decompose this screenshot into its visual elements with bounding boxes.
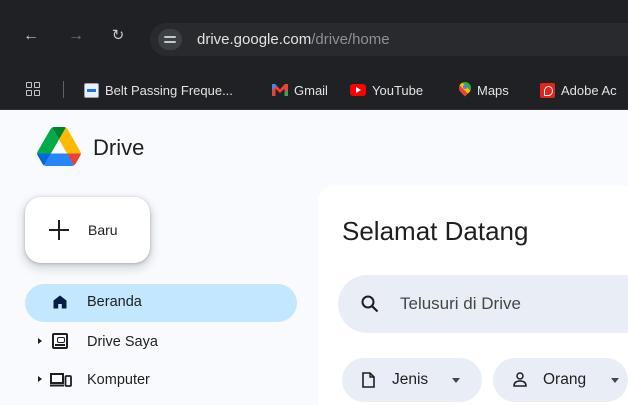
search-bar[interactable] bbox=[338, 275, 628, 333]
expand-caret-icon[interactable] bbox=[38, 338, 42, 344]
forward-arrow-icon[interactable]: → bbox=[66, 26, 86, 46]
apps-grid-icon[interactable] bbox=[26, 82, 40, 96]
page-title: Selamat Datang bbox=[342, 216, 529, 246]
sidebar-item-home[interactable]: Beranda bbox=[25, 284, 297, 322]
bookmark-maps[interactable]: Maps bbox=[459, 81, 509, 99]
filter-chip-people[interactable]: Orang bbox=[493, 358, 628, 402]
dropdown-arrow-icon bbox=[611, 378, 619, 383]
search-input[interactable] bbox=[400, 292, 620, 316]
filter-chip-label: Orang bbox=[543, 371, 587, 388]
site-info-icon[interactable] bbox=[158, 29, 182, 50]
bookmark-label: Adobe Ac bbox=[561, 82, 617, 98]
drive-title[interactable]: Drive bbox=[93, 135, 144, 161]
bookmark-label: Maps bbox=[477, 82, 509, 98]
computer-icon bbox=[50, 373, 72, 387]
person-icon bbox=[513, 372, 527, 387]
bookmark-label: Gmail bbox=[294, 82, 328, 98]
bookmark-gmail[interactable]: Gmail bbox=[272, 81, 328, 99]
youtube-icon bbox=[350, 84, 366, 96]
bookmark-adobe[interactable]: Adobe Ac bbox=[540, 81, 617, 99]
bookmarks-divider bbox=[63, 81, 64, 98]
new-button-label: Baru bbox=[88, 222, 118, 238]
back-arrow-icon[interactable]: ← bbox=[21, 26, 41, 46]
home-icon bbox=[53, 295, 67, 309]
sidebar-item-label: Beranda bbox=[87, 294, 142, 310]
search-icon[interactable] bbox=[361, 295, 379, 313]
url-path: /drive/home bbox=[311, 31, 390, 48]
browser-toolbar: ← → ↻ drive.google.com/drive/home bbox=[0, 0, 628, 68]
adobe-icon bbox=[540, 82, 555, 98]
address-bar[interactable]: drive.google.com/drive/home bbox=[150, 23, 628, 56]
bookmark-label: YouTube bbox=[372, 82, 424, 98]
url-host: drive.google.com bbox=[197, 31, 312, 48]
plus-icon bbox=[49, 220, 69, 240]
bookmark-belt-passing[interactable]: Belt Passing Freque... bbox=[84, 81, 233, 99]
sidebar-item-computers[interactable]: Komputer bbox=[25, 362, 297, 400]
belt-doc-icon bbox=[84, 82, 99, 98]
main-content: Selamat Datang Jenis Orang bbox=[318, 186, 628, 405]
sidebar-item-my-drive[interactable]: Drive Saya bbox=[25, 324, 297, 362]
sidebar-item-label: Drive Saya bbox=[87, 334, 158, 350]
sidebar-item-label: Komputer bbox=[87, 372, 150, 388]
document-icon bbox=[362, 372, 375, 388]
url-text[interactable]: drive.google.com/drive/home bbox=[197, 31, 390, 48]
new-button[interactable]: Baru bbox=[25, 197, 150, 263]
gmail-icon bbox=[272, 84, 288, 96]
bookmarks-bar: Belt Passing Freque... Gmail YouTube Map… bbox=[0, 68, 628, 110]
bookmark-label: Belt Passing Freque... bbox=[105, 82, 233, 98]
maps-icon bbox=[459, 82, 471, 98]
my-drive-icon bbox=[52, 333, 68, 349]
drive-app: Drive Baru Beranda Drive Saya Komputer S… bbox=[0, 110, 628, 405]
filter-chip-type[interactable]: Jenis bbox=[342, 358, 482, 402]
google-drive-logo-icon[interactable] bbox=[37, 127, 81, 166]
reload-icon[interactable]: ↻ bbox=[108, 26, 128, 46]
bookmark-youtube[interactable]: YouTube bbox=[350, 81, 423, 99]
dropdown-arrow-icon bbox=[452, 378, 460, 383]
expand-caret-icon[interactable] bbox=[38, 376, 42, 382]
filter-chip-label: Jenis bbox=[392, 371, 429, 388]
